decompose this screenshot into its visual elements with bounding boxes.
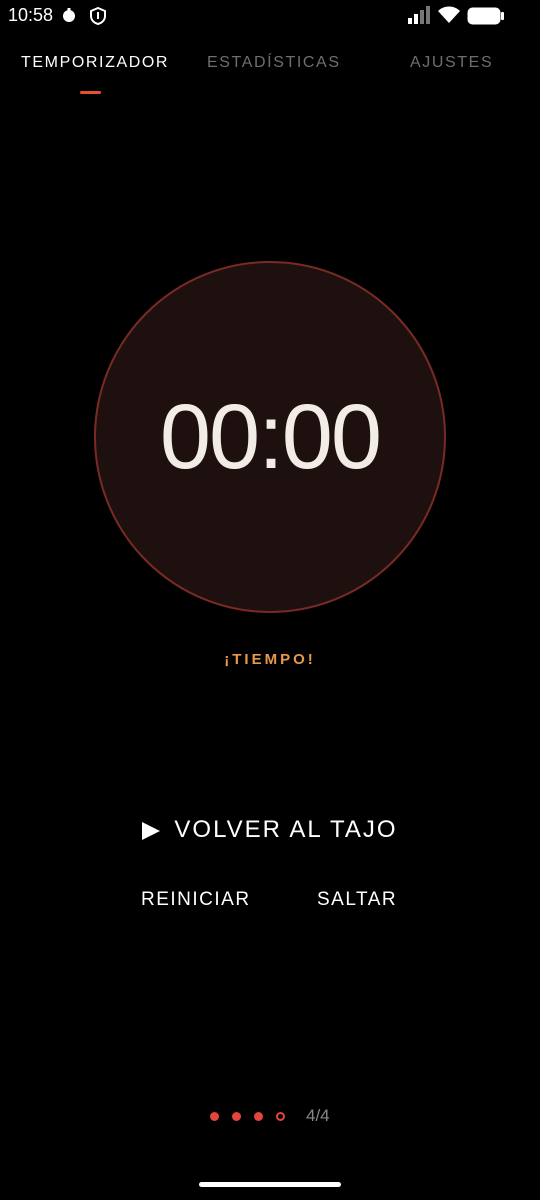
tab-estadisticas[interactable]: ESTADÍSTICAS	[207, 54, 341, 72]
pager-label: 4/4	[306, 1106, 330, 1125]
battery-icon	[467, 7, 505, 30]
reset-button[interactable]: REINICIAR	[141, 889, 251, 911]
wifi-icon	[437, 6, 461, 29]
pager-dot-1	[210, 1111, 219, 1121]
shield-icon	[90, 6, 106, 30]
tab-ajustes[interactable]: AJUSTES	[410, 54, 493, 72]
tab-temporizador[interactable]: TEMPORIZADOR	[21, 54, 169, 72]
session-pager: 4/4	[210, 1106, 330, 1126]
resume-label: VOLVER AL TAJO	[174, 816, 398, 843]
status-time: 10:58	[8, 5, 54, 25]
status-bar: 10:58	[0, 0, 540, 34]
home-indicator[interactable]	[199, 1182, 341, 1187]
active-tab-indicator	[80, 91, 101, 94]
timer-display: 00:00	[159, 386, 382, 488]
signal-icon	[407, 6, 431, 29]
timer-circle: 00:00	[94, 261, 446, 613]
tab-bar: TEMPORIZADOR ESTADÍSTICAS AJUSTES	[0, 50, 540, 100]
pager-dot-4-current	[276, 1111, 285, 1121]
timer-status-label: ¡TIEMPO!	[224, 651, 316, 668]
record-dot-icon	[62, 7, 76, 28]
pager-dot-3	[254, 1111, 263, 1121]
skip-button[interactable]: SALTAR	[317, 889, 397, 911]
pager-dot-2	[232, 1111, 241, 1121]
play-icon	[142, 822, 161, 840]
timer-screen: 10:58 TEMPORIZADOR ESTADÍSTICAS AJUSTES …	[0, 0, 540, 1200]
resume-button[interactable]: VOLVER AL TAJO	[0, 816, 540, 844]
